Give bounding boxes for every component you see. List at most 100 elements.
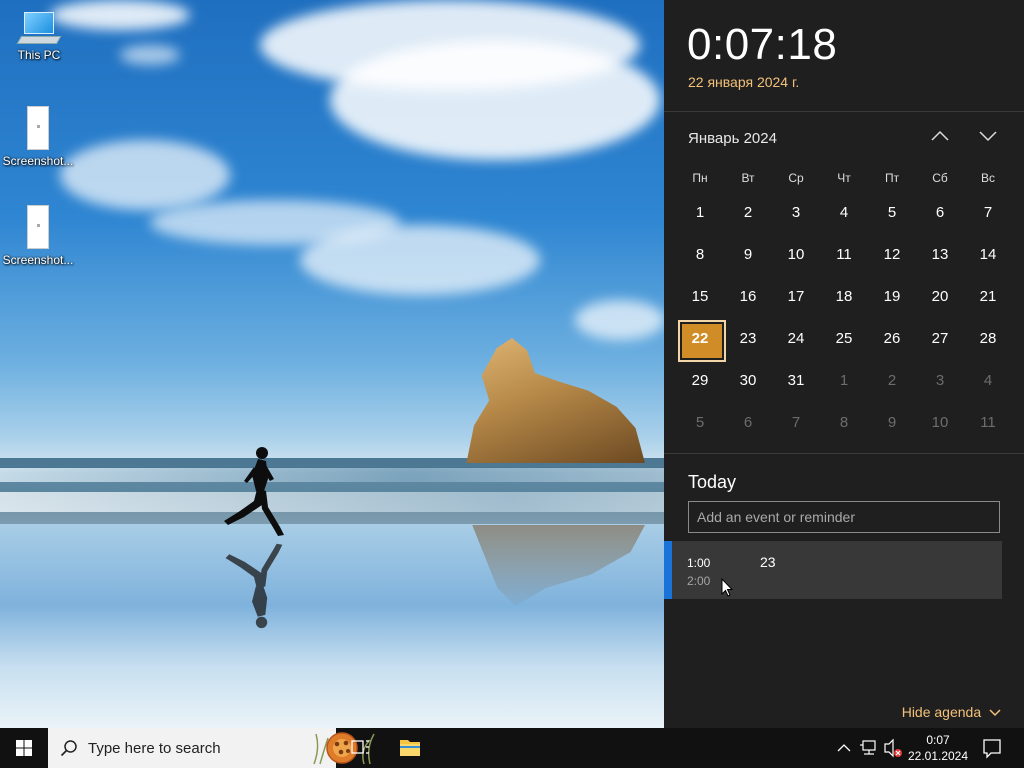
agenda-event[interactable]: 1:00 2:00 23 [664, 541, 1002, 599]
add-event-input[interactable] [688, 501, 1000, 533]
weekday-label: Вс [980, 171, 995, 185]
chevron-up-icon [931, 130, 949, 141]
calendar-day-next-month[interactable]: 1 [820, 360, 868, 402]
calendar-day[interactable]: 21 [964, 276, 1012, 318]
task-view-icon [351, 740, 369, 754]
weekday-label: Пн [692, 171, 708, 185]
calendar-day[interactable]: 20 [916, 276, 964, 318]
calendar-day-next-month[interactable]: 5 [676, 402, 724, 444]
taskbar-clock[interactable]: 0:07 22.01.2024 [900, 732, 976, 764]
calendar-day[interactable]: 15 [676, 276, 724, 318]
start-button[interactable] [0, 728, 48, 768]
desktop-icon-label: Screenshot... [2, 253, 74, 267]
divider [664, 111, 1024, 112]
folder-icon [400, 740, 420, 756]
calendar-day[interactable]: 8 [676, 234, 724, 276]
event-start-time: 1:00 [687, 556, 711, 570]
wallpaper-cloud [120, 45, 180, 65]
task-view-button[interactable] [336, 728, 384, 768]
calendar-day-next-month[interactable]: 6 [724, 402, 772, 444]
file-explorer-button[interactable] [386, 728, 434, 768]
hide-agenda-button[interactable]: Hide agenda [902, 704, 1001, 720]
show-hidden-icons-chevron-icon[interactable] [836, 728, 852, 768]
wallpaper-runner [224, 447, 284, 536]
calendar-week: 22 23 24 25 26 27 28 [676, 318, 1012, 362]
calendar-day[interactable]: 12 [868, 234, 916, 276]
calendar-day[interactable]: 18 [820, 276, 868, 318]
calendar-day[interactable]: 29 [676, 360, 724, 402]
weekday-label: Пт [884, 171, 900, 185]
desktop-icon-label: This PC [17, 48, 61, 62]
search-icon [60, 740, 77, 757]
network-icon[interactable] [859, 728, 879, 768]
calendar-grid: Пн Вт Ср Чт Пт Сб Вс 1 2 3 4 5 6 7 8 9 1… [676, 164, 1012, 444]
calendar-day-next-month[interactable]: 3 [916, 360, 964, 402]
wallpaper-cloud [575, 300, 665, 340]
calendar-day[interactable]: 11 [820, 234, 868, 276]
divider [664, 453, 1024, 454]
previous-month-button[interactable] [927, 126, 953, 150]
calendar-day[interactable]: 31 [772, 360, 820, 402]
calendar-day-label: 22 [691, 330, 709, 347]
calendar-day[interactable]: 9 [724, 234, 772, 276]
calendar-day[interactable]: 1 [676, 192, 724, 234]
file-icon [27, 106, 49, 150]
calendar-day-next-month[interactable]: 2 [868, 360, 916, 402]
calendar-day[interactable]: 7 [964, 192, 1012, 234]
action-center-icon[interactable] [980, 728, 1004, 768]
calendar-day-next-month[interactable]: 9 [868, 402, 916, 444]
chevron-down-icon [989, 709, 1001, 717]
event-color-bar [664, 541, 672, 599]
calendar-day-selected[interactable]: 22 [676, 318, 726, 362]
calendar-week: 1 2 3 4 5 6 7 [676, 192, 1012, 234]
month-title[interactable]: Январь 2024 [688, 130, 777, 147]
taskbar-search-box[interactable]: Type here to search [48, 728, 375, 768]
calendar-week: 29 30 31 1 2 3 4 [676, 360, 1012, 402]
desktop-icon-screenshot-1[interactable]: Screenshot... [0, 106, 76, 168]
calendar-day[interactable]: 23 [724, 318, 772, 360]
calendar-week: 5 6 7 8 9 10 11 [676, 402, 1012, 444]
wallpaper-cloud [330, 40, 660, 160]
weekday-header: Пн Вт Ср Чт Пт Сб Вс [676, 164, 1012, 192]
calendar-day[interactable]: 2 [724, 192, 772, 234]
calendar-day[interactable]: 6 [916, 192, 964, 234]
wallpaper-cloud [300, 225, 540, 295]
desktop-icon-screenshot-2[interactable]: Screenshot... [0, 205, 76, 267]
calendar-day-next-month[interactable]: 7 [772, 402, 820, 444]
full-date-link[interactable]: 22 января 2024 г. [688, 74, 799, 90]
taskbar-time: 0:07 [926, 733, 950, 747]
calendar-day[interactable]: 10 [772, 234, 820, 276]
calendar-day[interactable]: 3 [772, 192, 820, 234]
calendar-day[interactable]: 24 [772, 318, 820, 360]
event-end-time: 2:00 [687, 574, 711, 588]
calendar-day[interactable]: 16 [724, 276, 772, 318]
calendar-day-next-month[interactable]: 4 [964, 360, 1012, 402]
calendar-day[interactable]: 13 [916, 234, 964, 276]
calendar-day-next-month[interactable]: 11 [964, 402, 1012, 444]
computer-icon [16, 12, 62, 44]
weekday-label: Сб [932, 171, 948, 185]
weekday-label: Чт [837, 171, 851, 185]
calendar-day[interactable]: 17 [772, 276, 820, 318]
calendar-day[interactable]: 25 [820, 318, 868, 360]
calendar-day[interactable]: 26 [868, 318, 916, 360]
calendar-day[interactable]: 27 [916, 318, 964, 360]
clock-display: 0:07:18 [687, 20, 838, 69]
calendar-day-next-month[interactable]: 8 [820, 402, 868, 444]
calendar-day[interactable]: 28 [964, 318, 1012, 360]
file-icon [27, 205, 49, 249]
chevron-down-icon [979, 131, 997, 142]
calendar-day[interactable]: 19 [868, 276, 916, 318]
taskbar: Type here to search 0:07 22.01.2024 [0, 728, 1024, 768]
calendar-day[interactable]: 5 [868, 192, 916, 234]
search-placeholder: Type here to search [88, 740, 221, 757]
desktop-icon-this-pc[interactable]: This PC [1, 12, 77, 62]
weekday-label: Ср [788, 171, 804, 185]
calendar-day[interactable]: 14 [964, 234, 1012, 276]
calendar-day[interactable]: 4 [820, 192, 868, 234]
next-month-button[interactable] [975, 126, 1001, 150]
calendar-day[interactable]: 30 [724, 360, 772, 402]
calendar-week: 8 9 10 11 12 13 14 [676, 234, 1012, 276]
event-title: 23 [760, 554, 776, 570]
calendar-day-next-month[interactable]: 10 [916, 402, 964, 444]
